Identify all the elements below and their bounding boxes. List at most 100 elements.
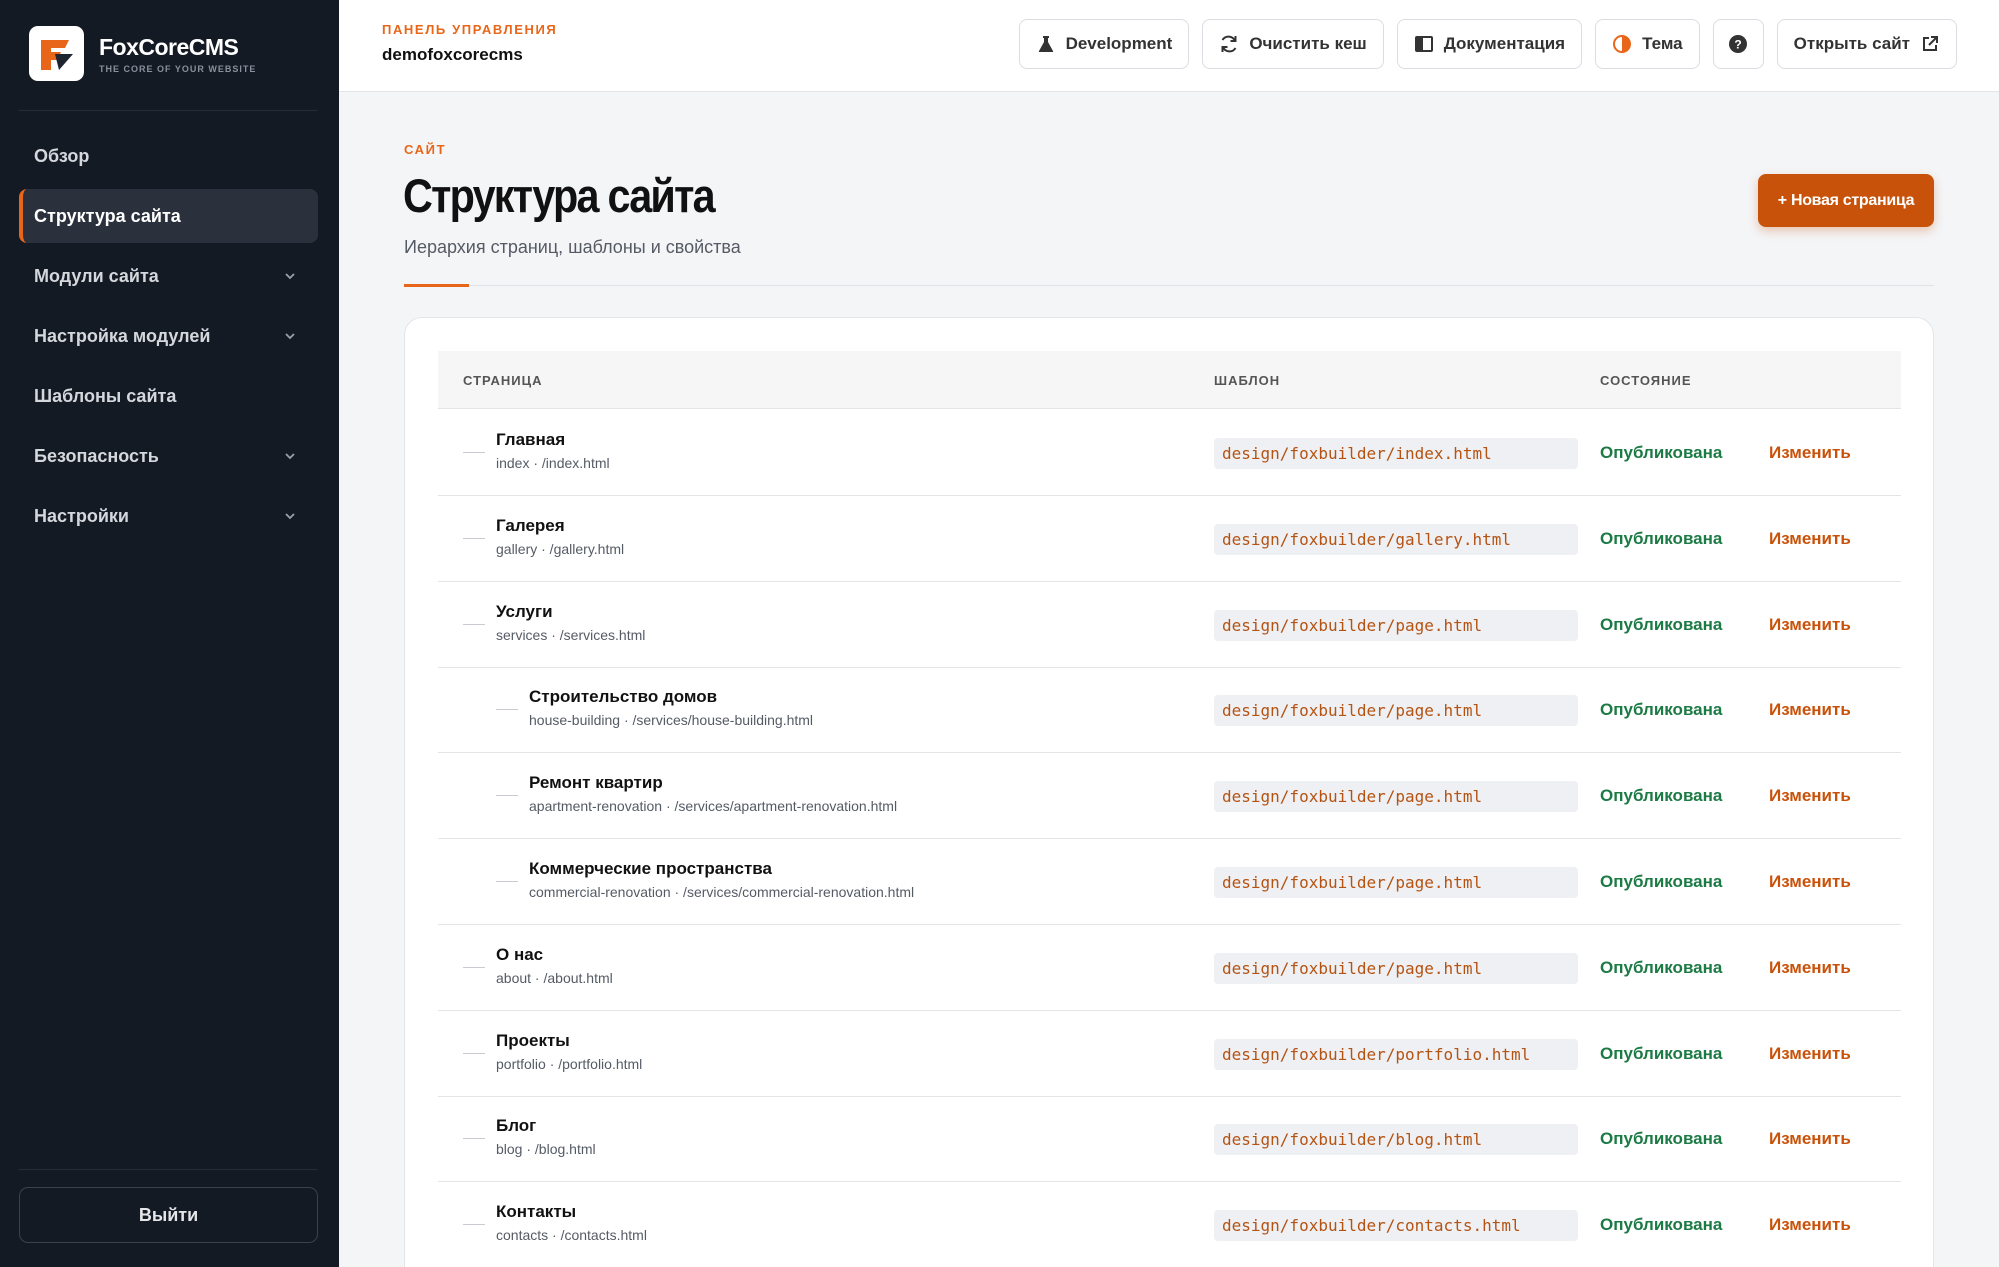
sidebar: FoxCoreCMS THE CORE OF YOUR WEBSITE Обзо… — [0, 0, 339, 1267]
toolbar: Development Очистить кеш Документация Те… — [1018, 19, 1957, 69]
sidebar-item[interactable]: Обзор — [19, 129, 318, 183]
sidebar-item-label: Модули сайта — [34, 265, 159, 286]
tree-connector — [463, 537, 485, 539]
sidebar-item[interactable]: Модули сайта — [19, 249, 318, 303]
status-badge: Опубликована — [1600, 614, 1723, 634]
template-path: design/foxbuilder/blog.html — [1214, 1124, 1578, 1156]
help-button[interactable]: ? — [1712, 19, 1764, 69]
sidebar-item-label: Структура сайта — [34, 205, 181, 226]
tree-connector — [463, 1224, 485, 1226]
page-name: Галерея — [496, 515, 565, 535]
theme-button[interactable]: Тема — [1595, 19, 1700, 69]
tree-connector — [496, 881, 518, 882]
sidebar-item[interactable]: Настройки — [19, 489, 318, 543]
page-name: О нас — [496, 944, 544, 964]
status-badge: Опубликована — [1600, 786, 1723, 806]
clear-cache-button[interactable]: Очистить кеш — [1202, 19, 1384, 69]
edit-link[interactable]: Изменить — [1769, 615, 1851, 635]
status-badge: Опубликована — [1600, 957, 1723, 977]
template-path: design/foxbuilder/index.html — [1214, 438, 1578, 469]
tree-connector — [463, 623, 485, 625]
page-name: Строительство домов — [529, 687, 718, 707]
table-row[interactable]: О нас about · /about.html design/foxbuilde… — [438, 925, 1901, 1011]
page-name: Главная — [496, 430, 566, 449]
table-row[interactable]: Ремонт квартир apartment-renovation · /se… — [438, 753, 1901, 840]
sidebar-item-label: Шаблоны сайта — [34, 385, 177, 406]
sidebar-item[interactable]: Настройка модулей — [19, 309, 318, 363]
edit-link[interactable]: Изменить — [1769, 786, 1851, 806]
tree-connector — [496, 709, 518, 711]
brand-tagline: THE CORE OF YOUR WEBSITE — [99, 63, 257, 74]
column-header-template: ШАБЛОН — [1214, 373, 1281, 388]
development-button[interactable]: Development — [1018, 19, 1190, 69]
page-meta: commercial-renovation · /services/commer… — [529, 884, 915, 900]
sidebar-item-label: Безопасность — [34, 445, 159, 466]
template-path: design/foxbuilder/page.html — [1214, 609, 1578, 641]
tree-connector — [463, 452, 485, 453]
refresh-icon — [1221, 35, 1237, 53]
tree-connector — [496, 795, 518, 797]
table-row[interactable]: Главная index · /index.html design/foxbuil… — [438, 410, 1901, 496]
table-row[interactable]: Строительство домов house-building · /ser… — [438, 667, 1901, 754]
edit-link[interactable]: Изменить — [1769, 443, 1851, 463]
sidebar-divider — [19, 110, 317, 111]
page-meta: index · /index.html — [496, 455, 610, 471]
brand-name: FoxCoreCMS — [99, 33, 239, 60]
open-site-button[interactable]: Открыть сайт — [1776, 19, 1957, 69]
edit-link[interactable]: Изменить — [1769, 1215, 1851, 1235]
external-link-icon — [1923, 36, 1938, 51]
template-path: design/foxbuilder/portfolio.html — [1214, 1038, 1578, 1070]
table-row[interactable]: Проекты portfolio · /portfolio.html design… — [438, 1011, 1901, 1097]
sidebar-item-label: Настройки — [34, 505, 129, 526]
page-title: Структура сайта — [403, 169, 716, 222]
column-header-status: СОСТОЯНИЕ — [1600, 373, 1692, 388]
page-meta: services · /services.html — [496, 626, 646, 643]
clear-cache-label: Очистить кеш — [1249, 34, 1367, 53]
edit-link[interactable]: Изменить — [1769, 529, 1851, 549]
table-row[interactable]: Услуги services · /services.html design/fo… — [438, 582, 1901, 668]
table-row[interactable]: Галерея gallery · /gallery.html design/fox… — [438, 496, 1901, 582]
table-row[interactable]: Контакты contacts · /contacts.html design/… — [438, 1182, 1901, 1267]
tree-connector — [463, 1138, 485, 1140]
foxcore-logo-icon — [29, 26, 84, 81]
theme-toggle-icon — [1613, 35, 1632, 53]
status-badge: Опубликована — [1600, 528, 1723, 548]
template-path: design/foxbuilder/gallery.html — [1214, 523, 1578, 555]
title-divider — [404, 285, 1934, 286]
logout-button[interactable]: Выйти — [19, 1187, 318, 1243]
edit-link[interactable]: Изменить — [1769, 872, 1851, 892]
status-badge: Опубликована — [1600, 1129, 1723, 1149]
status-badge: Опубликована — [1600, 872, 1723, 891]
help-icon: ? — [1729, 35, 1748, 53]
chevron-down-icon — [285, 273, 295, 280]
table-header: СТРАНИЦА ШАБЛОН СОСТОЯНИЕ — [438, 351, 1901, 409]
table-row[interactable]: Коммерческие пространства commercial-reno… — [438, 839, 1901, 925]
table-row[interactable]: Блог blog · /blog.html design/foxbuilder/b… — [438, 1096, 1901, 1183]
docs-button[interactable]: Документация — [1396, 19, 1583, 69]
sidebar-item[interactable]: Шаблоны сайта — [19, 369, 318, 423]
sidebar-item-label: Настройка модулей — [34, 325, 211, 346]
book-icon — [1414, 36, 1433, 52]
edit-link[interactable]: Изменить — [1769, 700, 1851, 720]
sidebar-item[interactable]: Безопасность — [19, 429, 318, 483]
status-badge: Опубликована — [1600, 700, 1723, 720]
page-name: Коммерческие пространства — [529, 859, 772, 878]
edit-link[interactable]: Изменить — [1769, 958, 1851, 978]
brand[interactable]: FoxCoreCMS THE CORE OF YOUR WEBSITE — [29, 26, 256, 81]
page-meta: contacts · /contacts.html — [496, 1227, 647, 1244]
site-name: demofoxcorecms — [382, 45, 523, 64]
chevron-down-icon — [285, 333, 295, 340]
docs-label: Документация — [1443, 34, 1566, 53]
chevron-down-icon — [285, 513, 295, 520]
edit-link[interactable]: Изменить — [1769, 1044, 1851, 1064]
sidebar-item-label: Обзор — [34, 145, 90, 166]
template-path: design/foxbuilder/page.html — [1214, 867, 1578, 898]
edit-link[interactable]: Изменить — [1769, 1129, 1851, 1149]
status-badge: Опубликована — [1600, 1043, 1723, 1063]
status-badge: Опубликована — [1600, 443, 1723, 462]
page-meta: about · /about.html — [496, 969, 613, 986]
template-path: design/foxbuilder/page.html — [1214, 695, 1578, 727]
sidebar-divider — [19, 1169, 317, 1170]
sidebar-item[interactable]: Структура сайта — [19, 189, 318, 243]
new-page-button[interactable]: + Новая страница — [1758, 174, 1934, 227]
